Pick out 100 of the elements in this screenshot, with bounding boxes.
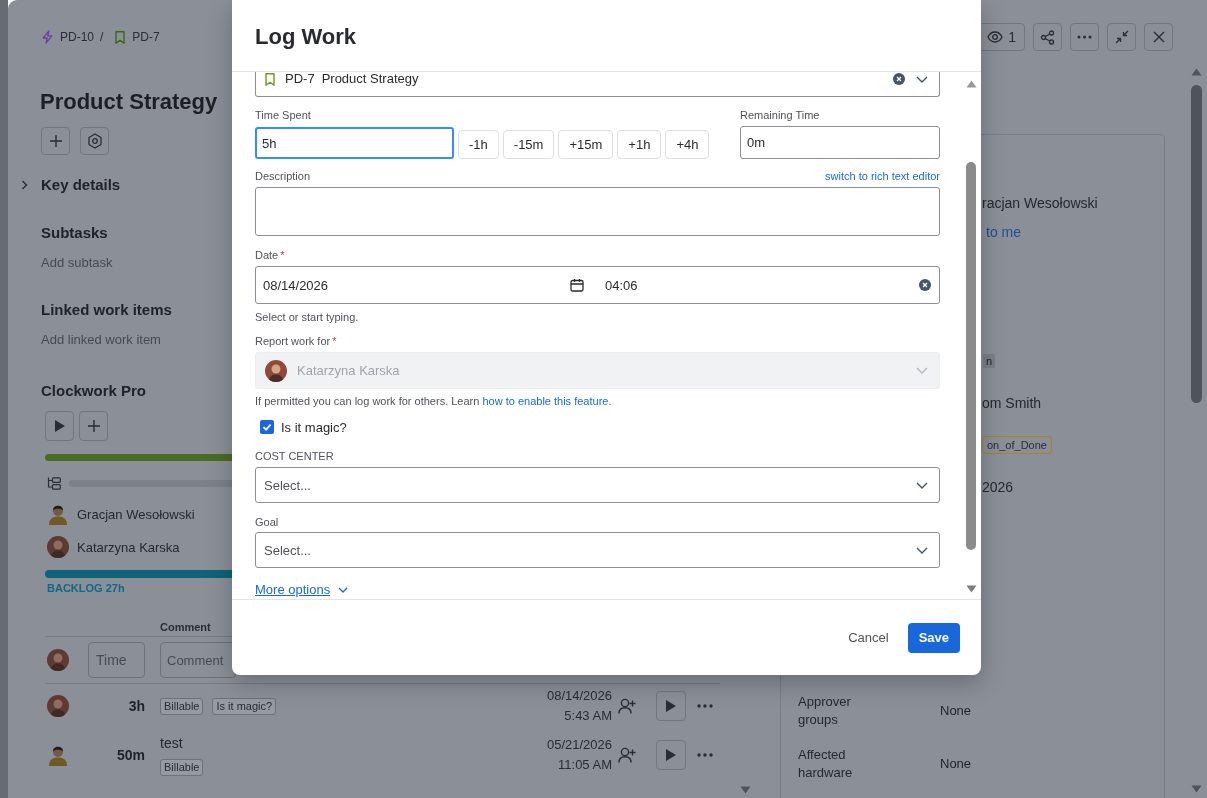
add-item-link[interactable]: Add subtask <box>40 254 113 272</box>
field-label: Approver groups <box>798 692 852 729</box>
field-label: Description <box>255 169 311 183</box>
adjust-time-button[interactable]: -15m <box>502 130 555 159</box>
field-label: COST CENTER <box>255 449 334 463</box>
worklog-time: 11:05 AM <box>558 756 612 774</box>
start-timer-button[interactable] <box>45 411 74 441</box>
time-value: 04:06 <box>605 277 638 293</box>
adjust-time-button[interactable]: +1h <box>617 130 662 159</box>
remaining-time-input[interactable]: 0m <box>740 126 940 159</box>
label-tag[interactable]: on_of_Done <box>982 436 1052 454</box>
field-value: 2026 <box>982 478 1014 497</box>
chevron-down-icon[interactable] <box>916 75 928 83</box>
chevron-down-icon <box>338 587 349 593</box>
share-icon <box>1040 29 1055 45</box>
bookmark-icon <box>115 30 126 44</box>
more-icon[interactable] <box>697 753 713 757</box>
worklog-comment: test <box>160 734 183 752</box>
comment-input[interactable]: Comment <box>160 642 236 678</box>
scroll-down-icon[interactable] <box>1190 785 1202 793</box>
field-label: Affected hardware <box>798 745 854 782</box>
chevron-down-icon <box>916 367 928 374</box>
field-label: Date <box>255 248 279 262</box>
field-label: Time Spent <box>255 108 312 122</box>
adjust-time-button[interactable]: +4h <box>665 130 710 159</box>
play-icon <box>53 419 66 433</box>
field-value: om Smith <box>982 394 1042 413</box>
attribute-tag: Billable <box>160 759 204 776</box>
person-name: racjan Wesołowski <box>982 194 1098 213</box>
description-field[interactable] <box>255 187 940 236</box>
work-item-select[interactable]: PD-7 Product Strategy <box>255 72 940 97</box>
section-title: Clockwork Pro <box>40 381 147 401</box>
plus-icon <box>48 134 63 148</box>
issue-title: Product Strategy <box>40 88 218 116</box>
checkbox-label[interactable]: Is it magic? <box>281 419 347 435</box>
scrollbar-thumb[interactable] <box>966 162 976 550</box>
hierarchy-icon <box>47 476 61 490</box>
attribute-tag: Is it magic? <box>212 697 277 715</box>
key-details-toggle[interactable]: Key details <box>21 175 121 195</box>
field-label: Report work for <box>255 334 331 348</box>
field-tag: n <box>983 354 996 368</box>
scrollbar-thumb[interactable] <box>1190 85 1202 403</box>
add-button[interactable] <box>41 127 70 155</box>
time-spent-input[interactable]: 5h <box>255 127 454 159</box>
clear-icon[interactable] <box>893 73 905 85</box>
bookmark-icon <box>265 72 275 86</box>
adjust-time-button[interactable]: +15m <box>558 130 614 159</box>
add-item-link[interactable]: Add linked work item <box>40 331 161 349</box>
cancel-button[interactable]: Cancel <box>840 622 897 653</box>
worklog-date: 05/21/2026 <box>546 736 612 754</box>
scroll-down-icon[interactable] <box>740 786 751 794</box>
settings-button[interactable] <box>80 127 109 155</box>
start-timer-button[interactable] <box>656 691 686 721</box>
duration: 3h <box>127 698 145 714</box>
user-avatar-icon <box>265 359 287 382</box>
breadcrumb-link[interactable]: PD-10 <box>42 29 94 45</box>
close-button[interactable] <box>1144 23 1173 51</box>
save-button[interactable]: Save <box>907 622 960 653</box>
required-mark: * <box>332 334 337 348</box>
adjust-time-button[interactable]: -1h <box>458 130 499 159</box>
section-title: Linked work items <box>40 300 172 320</box>
user-name: Gracjan Wesołowski <box>77 506 195 522</box>
time-input[interactable]: Time <box>88 642 145 678</box>
column-header: Comment <box>160 620 211 634</box>
duration: 50m <box>115 747 145 763</box>
user-avatar-icon <box>47 503 69 525</box>
collapse-button[interactable] <box>1107 23 1136 51</box>
cost-center-select[interactable]: Select... <box>255 467 940 503</box>
user-name: Katarzyna Karska <box>77 539 180 555</box>
person-plus-icon[interactable] <box>618 698 636 714</box>
field-label: Remaining Time <box>740 108 821 122</box>
chevron-down-icon <box>916 482 928 489</box>
goal-select[interactable]: Select... <box>255 532 940 568</box>
person-plus-icon[interactable] <box>618 747 636 763</box>
user-avatar-icon <box>47 536 69 558</box>
date-time-field[interactable]: 08/14/2026 04:06 <box>255 266 940 304</box>
user-avatar-icon <box>47 695 69 717</box>
scroll-up-icon[interactable] <box>965 80 977 88</box>
field-value: None <box>940 756 972 771</box>
plus-icon <box>86 419 101 433</box>
field-value: None <box>940 703 972 718</box>
add-button[interactable] <box>79 411 108 441</box>
clear-icon[interactable] <box>919 279 931 291</box>
date-value: 08/14/2026 <box>263 277 329 293</box>
breadcrumb-link[interactable]: PD-7 <box>115 29 160 45</box>
more-icon[interactable] <box>697 704 713 708</box>
work-item-key: PD-7 <box>285 72 315 86</box>
start-timer-button[interactable] <box>656 740 686 770</box>
required-mark: * <box>280 248 285 262</box>
attribute-tag: Billable <box>160 697 204 715</box>
rich-text-editor-link[interactable]: switch to rich text editor <box>825 169 940 183</box>
worklog-date: 08/14/2026 <box>546 687 612 705</box>
eye-icon <box>987 31 1004 43</box>
checkbox[interactable] <box>260 420 274 434</box>
scroll-down-icon[interactable] <box>965 585 977 593</box>
calendar-icon[interactable] <box>570 278 584 292</box>
more-options-link[interactable]: More options <box>255 582 349 598</box>
share-button[interactable] <box>1033 23 1062 51</box>
breadcrumb-separator: / <box>100 29 104 45</box>
scroll-up-icon[interactable] <box>1190 68 1202 76</box>
